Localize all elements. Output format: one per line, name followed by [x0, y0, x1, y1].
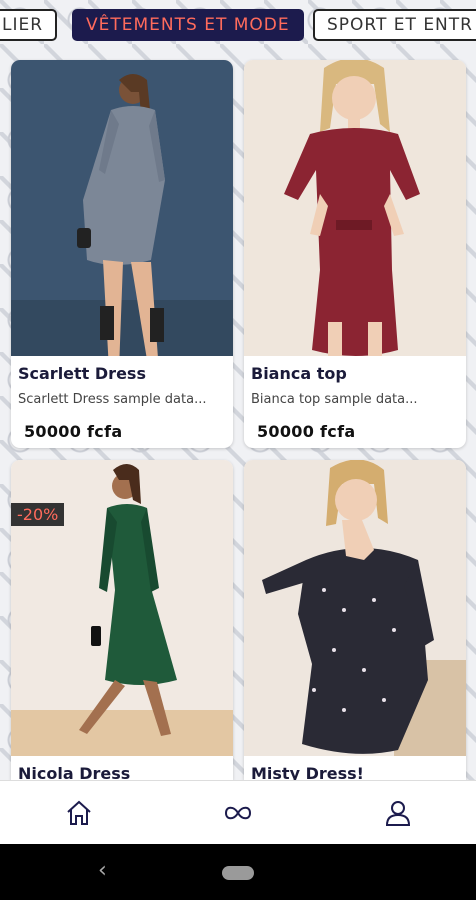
product-image-misty	[244, 460, 466, 756]
category-chip-partial-left[interactable]: LIER	[0, 9, 58, 41]
product-card[interactable]: Misty Dress!	[244, 460, 466, 780]
product-name: Misty Dress!	[251, 764, 364, 780]
product-price: 50000 fcfa	[257, 422, 356, 441]
home-icon[interactable]	[59, 795, 99, 831]
category-label: SPORT ET ENTR	[327, 15, 473, 35]
category-bar[interactable]: LIER VÊTEMENTS ET MODE SPORT ET ENTR	[0, 0, 476, 52]
product-card[interactable]: -20% Nicola Dress	[11, 460, 233, 780]
product-description: Scarlett Dress sample data...	[18, 392, 207, 407]
product-description: Bianca top sample data...	[251, 392, 418, 407]
product-image-scarlett	[11, 60, 233, 356]
product-card[interactable]: Scarlett Dress Scarlett Dress sample dat…	[11, 60, 233, 448]
back-icon[interactable]: ‹	[98, 858, 107, 883]
system-nav-bar: ‹	[0, 844, 476, 900]
product-price: 50000 fcfa	[24, 422, 123, 441]
product-image-bianca	[244, 60, 466, 356]
user-icon[interactable]	[378, 795, 418, 831]
product-card[interactable]: Bianca top Bianca top sample data... 500…	[244, 60, 466, 448]
product-name: Scarlett Dress	[18, 364, 146, 383]
infinity-icon[interactable]	[218, 795, 258, 831]
category-label: VÊTEMENTS ET MODE	[86, 15, 290, 35]
home-pill-icon[interactable]	[222, 866, 254, 880]
category-chip-sport[interactable]: SPORT ET ENTR	[313, 9, 476, 41]
product-name: Bianca top	[251, 364, 347, 383]
bottom-nav	[0, 780, 476, 845]
discount-badge: -20%	[11, 503, 65, 526]
category-label: LIER	[2, 15, 44, 35]
product-name: Nicola Dress	[18, 764, 131, 780]
category-chip-vetements[interactable]: VÊTEMENTS ET MODE	[72, 9, 304, 41]
